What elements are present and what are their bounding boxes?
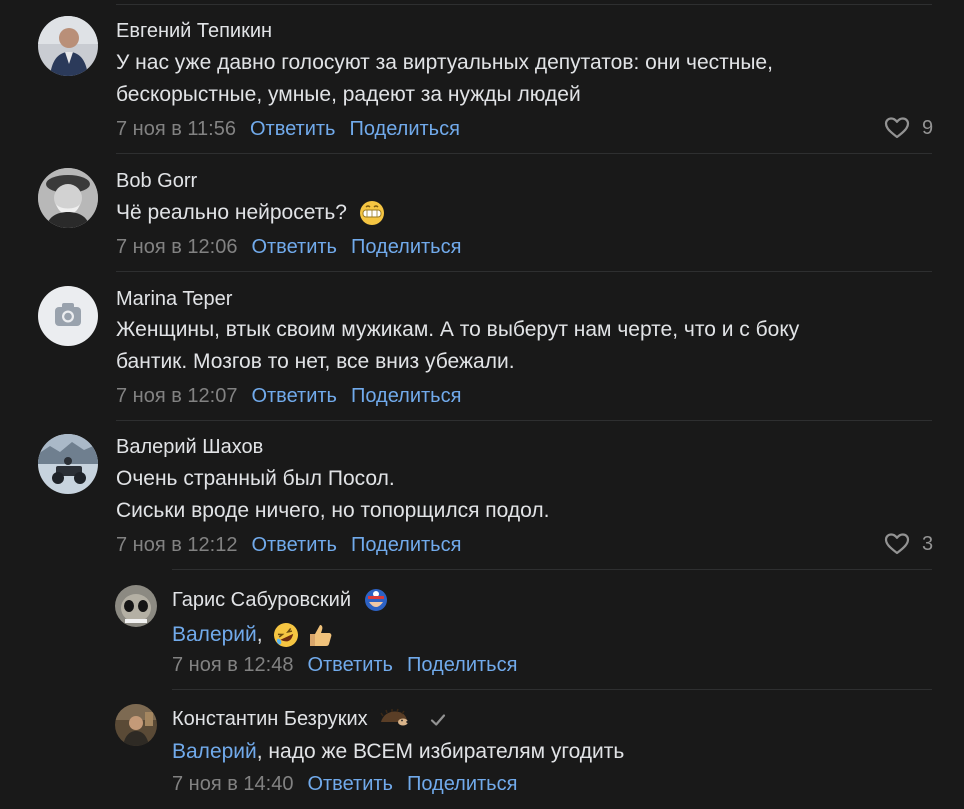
mention-link[interactable]: Валерий <box>172 740 257 763</box>
comment-author[interactable]: Bob Gorr <box>116 169 197 193</box>
comments-feed: Евгений Тепикин У нас уже давно голосуют… <box>0 0 964 809</box>
like-count: 9 <box>922 116 934 139</box>
share-button[interactable]: Поделиться <box>351 235 461 259</box>
like-button[interactable]: 9 <box>884 116 933 140</box>
divider <box>116 420 932 421</box>
comment-text-line: У нас уже давно голосуют за виртуальных … <box>116 51 773 74</box>
mention-link[interactable]: Валерий <box>172 623 257 646</box>
comment-text: Очень странный был Посол. Сиськи вроде н… <box>116 463 549 527</box>
comment-date[interactable]: 7 ноя в 12:12 <box>116 533 237 557</box>
reply-text: Валерий, надо же ВСЕМ избирателям угодит… <box>172 736 624 768</box>
comment-text-line: Женщины, втык своим мужикам. А то выберу… <box>116 318 800 341</box>
reply-button[interactable]: Ответить <box>251 235 337 259</box>
share-button[interactable]: Поделиться <box>407 653 517 677</box>
worried-face-emoji-icon <box>359 201 384 226</box>
comment-author[interactable]: Евгений Тепикин <box>116 19 272 43</box>
thumbs-up-emoji-icon <box>310 625 332 647</box>
captain-america-emoji-icon <box>364 588 387 611</box>
comment-text: Чё реально нейросеть? <box>116 197 385 229</box>
divider <box>172 569 932 570</box>
heart-icon <box>884 117 910 139</box>
reply-author: Гарис Сабуровский <box>172 588 389 612</box>
like-count: 3 <box>922 532 934 555</box>
reply-author-name[interactable]: Гарис Сабуровский <box>172 589 351 611</box>
comment-text-line: Сиськи вроде ничего, но топорщился подол… <box>116 499 550 522</box>
comment-text-line: бантик. Мозгов то нет, все вниз убежали. <box>116 350 515 373</box>
divider <box>116 153 932 154</box>
comment-meta: 7 ноя в 12:06 Ответить Поделиться <box>116 235 461 259</box>
reply-meta: 7 ноя в 14:40 Ответить Поделиться <box>172 772 517 796</box>
reply-author: Константин Безруких <box>172 707 447 731</box>
comment-date[interactable]: 7 ноя в 11:56 <box>116 117 236 141</box>
comment-meta: 7 ноя в 12:12 Ответить Поделиться <box>116 533 461 557</box>
reply-button[interactable]: Ответить <box>307 772 393 796</box>
reply-author-name[interactable]: Константин Безруких <box>172 708 368 730</box>
share-button[interactable]: Поделиться <box>407 772 517 796</box>
divider <box>172 689 932 690</box>
share-button[interactable]: Поделиться <box>349 117 459 141</box>
avatar[interactable] <box>38 168 98 228</box>
avatar[interactable] <box>115 704 157 746</box>
share-button[interactable]: Поделиться <box>351 533 461 557</box>
comment-author[interactable]: Marina Teper <box>116 287 232 311</box>
hedgehog-emoji-icon <box>380 708 409 726</box>
reply-button[interactable]: Ответить <box>307 653 393 677</box>
like-button[interactable]: 3 <box>884 532 933 556</box>
reply-text: Валерий, <box>172 619 334 651</box>
reply-date[interactable]: 7 ноя в 14:40 <box>172 772 293 796</box>
avatar[interactable] <box>38 434 98 494</box>
comment-date[interactable]: 7 ноя в 12:07 <box>116 384 237 408</box>
reply-button[interactable]: Ответить <box>251 533 337 557</box>
divider <box>116 271 932 272</box>
comment-meta: 7 ноя в 12:07 Ответить Поделиться <box>116 384 461 408</box>
avatar[interactable] <box>38 286 98 346</box>
comment-text-line: Очень странный был Посол. <box>116 467 395 490</box>
reply-button[interactable]: Ответить <box>250 117 336 141</box>
reply-text-content: , надо же ВСЕМ избирателям угодить <box>256 740 625 763</box>
heart-icon <box>884 533 910 555</box>
comment-meta: 7 ноя в 11:56 Ответить Поделиться <box>116 117 460 141</box>
reply-button[interactable]: Ответить <box>251 384 337 408</box>
reply-meta: 7 ноя в 12:48 Ответить Поделиться <box>172 653 517 677</box>
divider <box>116 4 932 5</box>
comment-text-content: Чё реально нейросеть? <box>116 201 347 224</box>
checkmark-icon <box>430 714 445 726</box>
share-button[interactable]: Поделиться <box>351 384 461 408</box>
avatar[interactable] <box>115 585 157 627</box>
reply-text-content: , <box>256 623 263 646</box>
reply-date[interactable]: 7 ноя в 12:48 <box>172 653 293 677</box>
rolling-on-floor-laughing-emoji-icon <box>274 623 299 648</box>
avatar[interactable] <box>38 16 98 76</box>
comment-author[interactable]: Валерий Шахов <box>116 435 263 459</box>
comment-text: Женщины, втык своим мужикам. А то выберу… <box>116 314 799 378</box>
comment-date[interactable]: 7 ноя в 12:06 <box>116 235 237 259</box>
comment-text: У нас уже давно голосуют за виртуальных … <box>116 47 773 111</box>
comment-text-line: бескорыстные, умные, радеют за нужды люд… <box>116 83 581 106</box>
